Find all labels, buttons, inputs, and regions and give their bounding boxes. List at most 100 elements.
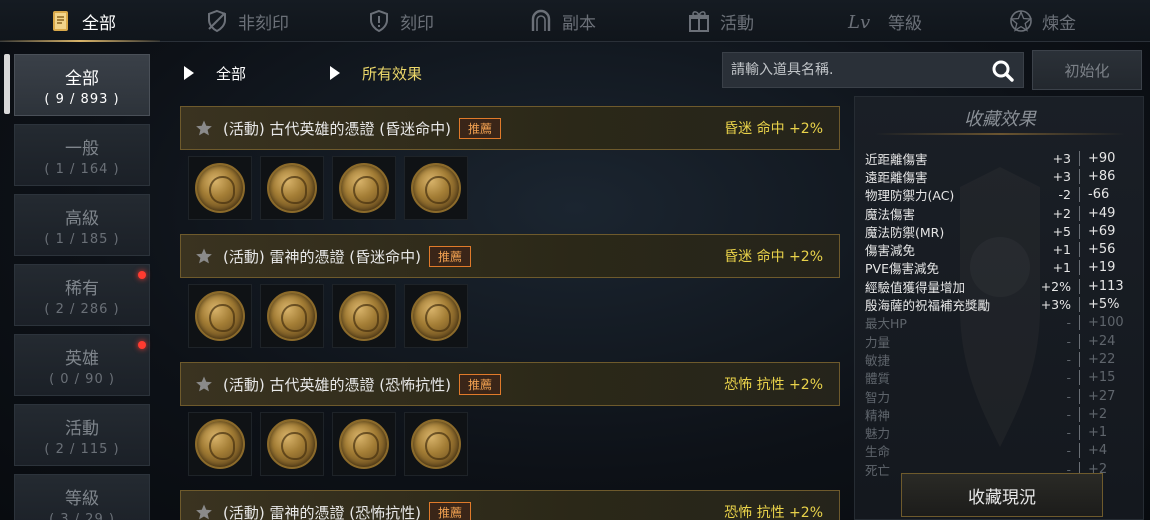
stat-row: 殷海薩的祝福補充獎勵 +3% +5% — [865, 295, 1137, 313]
item-slot[interactable] — [188, 156, 252, 220]
item-slot[interactable] — [404, 412, 468, 476]
star-icon[interactable] — [195, 247, 213, 265]
collection-header[interactable]: (活動) 雷神的憑證 (恐怖抗性) 推薦 恐怖 抗性 +2% — [180, 490, 840, 520]
star-icon[interactable] — [195, 503, 213, 520]
tab-engraved[interactable]: 刻印 — [366, 0, 434, 42]
tab-event[interactable]: 活動 — [686, 0, 754, 42]
tab-non-engraved[interactable]: 非刻印 — [204, 0, 289, 42]
sidebar-item-hero[interactable]: 英雄 ( 0 / 90 ) — [14, 334, 150, 396]
sidebar-item-label: 英雄 — [65, 348, 99, 369]
collection-title: (活動) 雷神的憑證 (昏迷命中) — [223, 247, 421, 266]
stat-current: +1 — [1052, 242, 1071, 258]
item-slot[interactable] — [260, 412, 324, 476]
collection-header[interactable]: (活動) 雷神的憑證 (昏迷命中) 推薦 昏迷 命中 +2% — [180, 234, 840, 278]
sidebar-item-count: ( 2 / 286 ) — [44, 301, 120, 317]
recommend-badge: 推薦 — [458, 373, 501, 395]
item-slot[interactable] — [260, 156, 324, 220]
coin-icon — [267, 419, 317, 469]
play-arrow-icon — [330, 66, 340, 80]
stat-row: 智力 - +27 — [865, 387, 1137, 405]
stat-row: PVE傷害減免 +1 +19 — [865, 259, 1137, 277]
item-slot[interactable] — [332, 156, 396, 220]
sidebar-item-event[interactable]: 活動 ( 2 / 115 ) — [14, 404, 150, 466]
collection-effect: 恐怖 抗性 +2% — [724, 377, 823, 393]
book-icon — [48, 8, 74, 34]
collection-header[interactable]: (活動) 古代英雄的憑證 (恐怖抗性) 推薦 恐怖 抗性 +2% — [180, 362, 840, 406]
stat-name: 魔法防禦(MR) — [865, 224, 945, 240]
shield-icon — [366, 8, 392, 34]
collection-status-button[interactable]: 收藏現況 — [901, 473, 1103, 517]
item-slot[interactable] — [188, 284, 252, 348]
stat-name: 體質 — [865, 371, 891, 387]
sidebar-item-level[interactable]: 等級 ( 3 / 29 ) — [14, 474, 150, 520]
breadcrumb-filter[interactable]: 所有效果 — [330, 62, 422, 84]
collection-header[interactable]: (活動) 古代英雄的憑證 (昏迷命中) 推薦 昏迷 命中 +2% — [180, 106, 840, 150]
collection-group: (活動) 古代英雄的憑證 (昏迷命中) 推薦 昏迷 命中 +2% — [180, 106, 840, 220]
stats-table: 近距離傷害 +3 +90 遠距離傷害 +3 +86 物理防禦力(AC) -2 -66 魔法傷… — [865, 149, 1137, 478]
tab-all[interactable]: 全部 — [48, 0, 116, 42]
active-tab-indicator — [0, 40, 160, 42]
star-icon[interactable] — [195, 119, 213, 137]
collection-effects-panel: 收藏效果 近距離傷害 +3 +90 遠距離傷害 +3 +86 物理防禦力(AC) -2 -6… — [854, 96, 1144, 520]
sidebar-item-all[interactable]: 全部 ( 9 / 893 ) — [14, 54, 150, 116]
stat-total: +113 — [1079, 278, 1137, 294]
collection-title: (活動) 雷神的憑證 (恐怖抗性) — [223, 503, 421, 520]
stat-name: 智力 — [865, 389, 891, 405]
coin-icon — [267, 163, 317, 213]
stat-current: +2% — [1040, 278, 1071, 294]
item-slot[interactable] — [260, 284, 324, 348]
coin-icon — [339, 419, 389, 469]
tab-label: 活動 — [720, 13, 754, 34]
stat-name: 魔法傷害 — [865, 206, 916, 222]
stat-total: +86 — [1079, 168, 1137, 184]
stat-total: +22 — [1079, 351, 1137, 367]
tab-label: 煉金 — [1042, 13, 1076, 34]
collection-title: (活動) 古代英雄的憑證 (昏迷命中) — [223, 119, 451, 138]
stat-current: - — [1066, 388, 1071, 404]
coin-icon — [411, 163, 461, 213]
item-slot[interactable] — [404, 284, 468, 348]
sidebar-item-label: 稀有 — [65, 278, 99, 299]
tab-alchemy[interactable]: 煉金 — [1008, 0, 1076, 42]
item-slot[interactable] — [332, 284, 396, 348]
item-slot[interactable] — [188, 412, 252, 476]
stat-total: +19 — [1079, 260, 1137, 276]
stat-name: 魅力 — [865, 426, 891, 442]
gift-icon — [686, 8, 712, 34]
star-icon[interactable] — [195, 375, 213, 393]
tab-dungeon[interactable]: 副本 — [528, 0, 596, 42]
sidebar-item-advanced[interactable]: 高級 ( 1 / 185 ) — [14, 194, 150, 256]
search-input[interactable] — [731, 62, 981, 78]
sidebar-item-normal[interactable]: 一般 ( 1 / 164 ) — [14, 124, 150, 186]
coin-icon — [411, 419, 461, 469]
search-icon[interactable] — [991, 59, 1015, 83]
stat-current: -2 — [1058, 187, 1071, 203]
stat-name: 經驗值獲得量增加 — [865, 279, 966, 295]
coin-icon — [195, 419, 245, 469]
reset-button[interactable]: 初始化 — [1032, 50, 1142, 90]
item-slot[interactable] — [332, 412, 396, 476]
stat-current: +2 — [1052, 205, 1071, 221]
stat-total: -66 — [1079, 187, 1137, 203]
sidebar-item-label: 一般 — [65, 138, 99, 159]
search-box — [722, 52, 1024, 88]
sidebar-item-rare[interactable]: 稀有 ( 2 / 286 ) — [14, 264, 150, 326]
sidebar-item-label: 全部 — [65, 68, 99, 89]
item-slot[interactable] — [404, 156, 468, 220]
stat-name: 傷害減免 — [865, 243, 916, 259]
tab-level[interactable]: Lv 等級 — [846, 0, 922, 42]
breadcrumb-category[interactable]: 全部 — [184, 62, 246, 84]
stat-total: +1 — [1079, 425, 1137, 441]
tab-label: 全部 — [82, 13, 116, 34]
stat-name: 殷海薩的祝福補充獎勵 — [865, 298, 991, 314]
stat-current: - — [1066, 406, 1071, 422]
sidebar-item-label: 高級 — [65, 208, 99, 229]
breadcrumb-filter-label: 所有效果 — [362, 64, 423, 83]
stat-current: - — [1066, 443, 1071, 459]
stat-row: 傷害減免 +1 +56 — [865, 240, 1137, 258]
stat-row: 力量 - +24 — [865, 332, 1137, 350]
collection-group: (活動) 雷神的憑證 (昏迷命中) 推薦 昏迷 命中 +2% — [180, 234, 840, 348]
level-icon: Lv — [846, 8, 880, 34]
tab-label: 非刻印 — [238, 13, 289, 34]
svg-text:Lv: Lv — [847, 12, 870, 33]
